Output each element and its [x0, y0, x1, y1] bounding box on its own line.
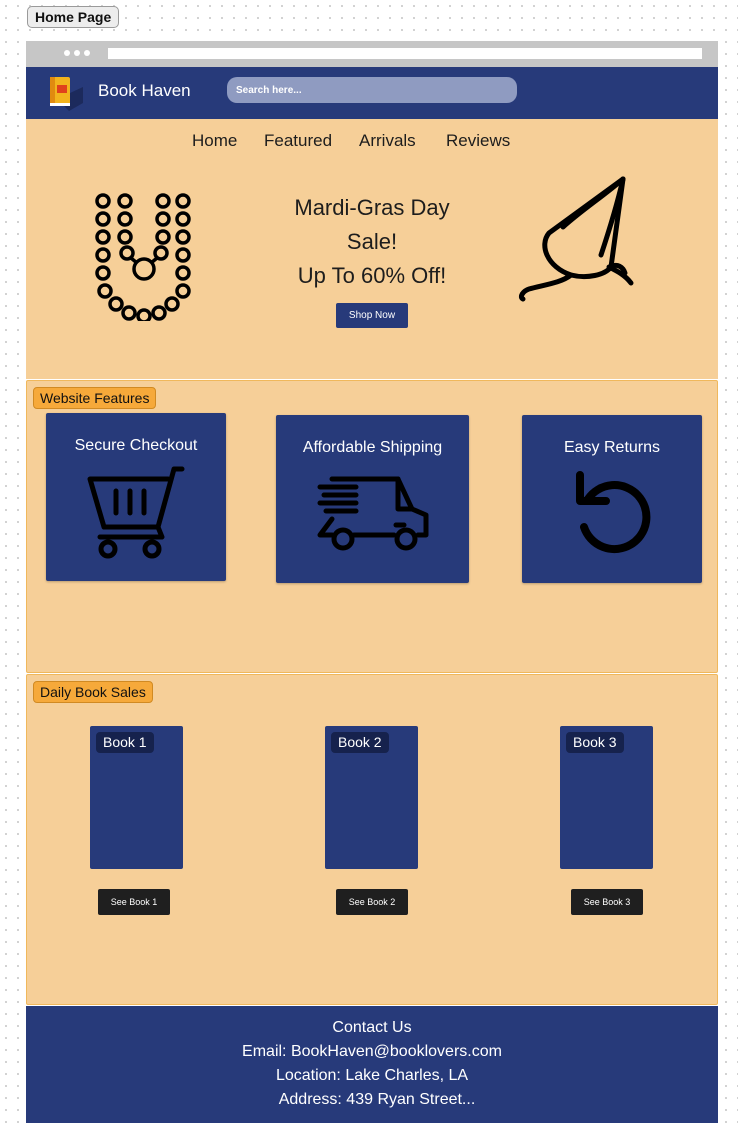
- feature-card-easy-returns[interactable]: Easy Returns: [522, 415, 702, 583]
- nav-featured[interactable]: Featured: [264, 131, 332, 151]
- website-features-section: Website Features Secure Checkout Afforda…: [26, 380, 718, 673]
- footer-email[interactable]: Email: BookHaven@booklovers.com: [26, 1043, 718, 1061]
- hero-section: Home Featured Arrivals Reviews Mardi-Gra…: [26, 119, 718, 379]
- see-book-1-button[interactable]: See Book 1: [98, 889, 170, 915]
- brand-name[interactable]: Book Haven: [98, 81, 191, 101]
- feature-card-secure-checkout[interactable]: Secure Checkout: [46, 413, 226, 581]
- book-label: Book 2: [331, 732, 389, 753]
- site-header: Book Haven: [26, 67, 718, 119]
- book-label: Book 3: [566, 732, 624, 753]
- main-nav: Home Featured Arrivals Reviews: [26, 131, 718, 151]
- window-dots: [64, 50, 90, 56]
- daily-book-sales-section: Daily Book Sales Book 1 See Book 1 Book …: [26, 674, 718, 1005]
- book-card-3[interactable]: Book 3: [560, 726, 653, 869]
- footer-heading: Contact Us: [332, 1019, 412, 1036]
- hero-line-2: Sale!: [346, 229, 398, 254]
- search-input[interactable]: [227, 77, 517, 103]
- hero-headline: Mardi-Gras Day Sale! Up To 60% Off!: [272, 191, 472, 293]
- party-hat-icon: [518, 176, 634, 302]
- nav-reviews[interactable]: Reviews: [446, 131, 510, 151]
- nav-arrivals[interactable]: Arrivals: [359, 131, 416, 151]
- bead-necklace-icon: [95, 193, 191, 321]
- section-title: Daily Book Sales: [33, 681, 153, 703]
- feature-card-affordable-shipping[interactable]: Affordable Shipping: [276, 415, 469, 583]
- feature-title: Affordable Shipping: [302, 439, 443, 456]
- browser-chrome: [26, 41, 718, 67]
- see-book-2-button[interactable]: See Book 2: [336, 889, 408, 915]
- book-label: Book 1: [96, 732, 154, 753]
- book-card-2[interactable]: Book 2: [325, 726, 418, 869]
- shopping-cart-icon: [87, 466, 185, 559]
- book-logo-icon[interactable]: [47, 73, 85, 113]
- nav-home[interactable]: Home: [192, 131, 237, 151]
- hero-line-1: Mardi-Gras Day: [294, 195, 450, 220]
- footer-location: Location: Lake Charles, LA: [275, 1067, 469, 1084]
- see-book-3-button[interactable]: See Book 3: [571, 889, 643, 915]
- footer-address: Address: 439 Ryan Street...: [278, 1091, 476, 1108]
- address-bar[interactable]: [108, 48, 702, 59]
- frame-label: Home Page: [27, 6, 120, 28]
- book-card-1[interactable]: Book 1: [90, 726, 183, 869]
- feature-title: Secure Checkout: [74, 437, 198, 454]
- return-arrow-icon: [576, 471, 651, 554]
- delivery-truck-icon: [317, 476, 429, 551]
- feature-title: Easy Returns: [563, 439, 661, 456]
- section-title: Website Features: [33, 387, 157, 409]
- site-footer: Contact Us Email: BookHaven@booklovers.c…: [26, 1006, 718, 1123]
- shop-now-button[interactable]: Shop Now: [336, 303, 408, 328]
- hero-line-3: Up To 60% Off!: [297, 263, 447, 288]
